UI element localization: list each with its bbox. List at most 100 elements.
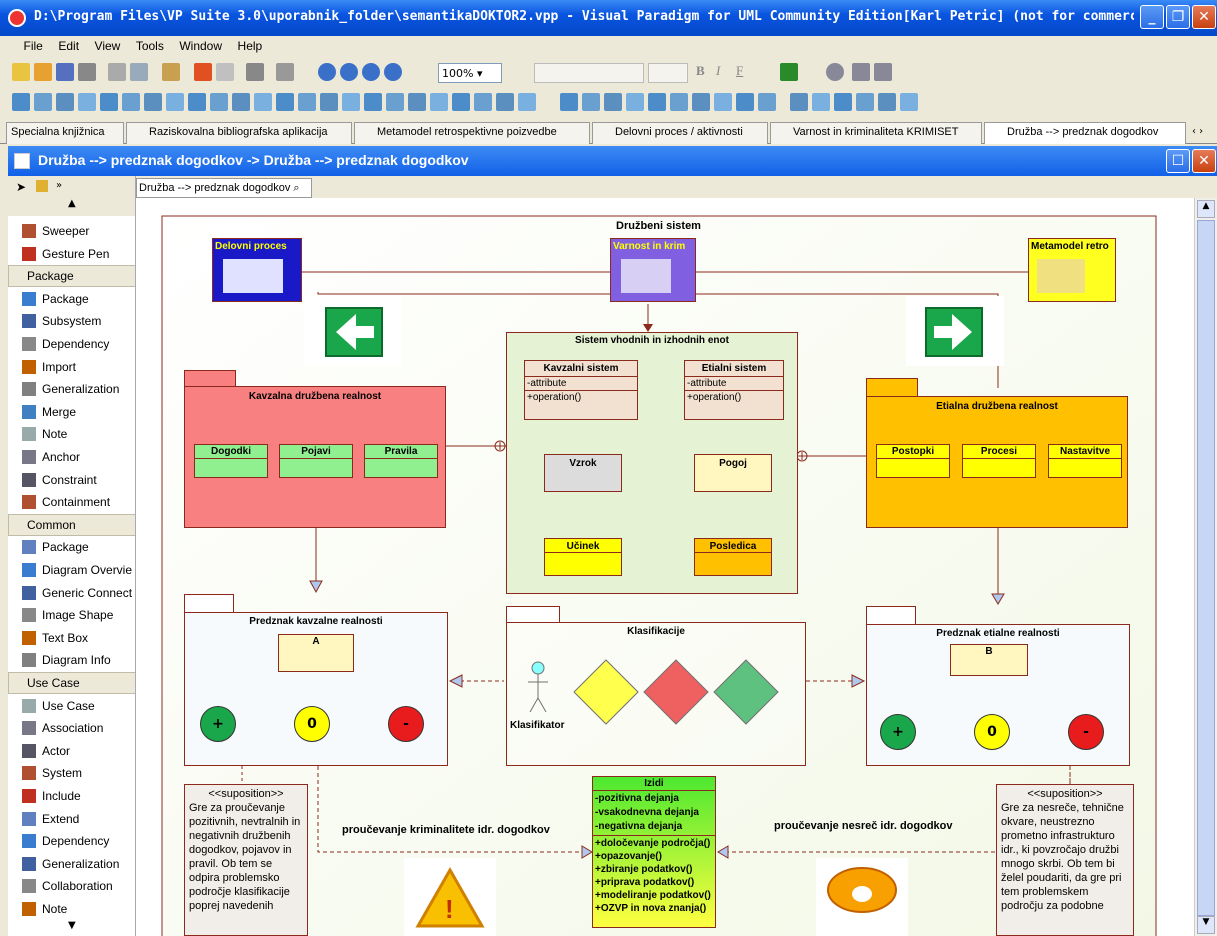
tab-specialna[interactable]: Specialna knjižnica — [6, 122, 124, 144]
palette-item-generalization[interactable]: Generalization — [8, 853, 135, 875]
sign-plus-et[interactable]: + — [880, 714, 916, 750]
diagram-type-icon[interactable] — [758, 93, 776, 111]
redo-icon[interactable] — [216, 63, 234, 81]
diagram-canvas[interactable]: ! Družbeni sistem Delovni proces Varnost… — [136, 198, 1194, 936]
palette-group-use-case[interactable]: Use Case — [8, 672, 135, 694]
sign-minus-kavz[interactable]: - — [388, 706, 424, 742]
class-posledica[interactable]: Posledica — [694, 538, 772, 576]
diagram-type-icon[interactable] — [582, 93, 600, 111]
palette-item-subsystem[interactable]: Subsystem — [8, 310, 135, 332]
diagram-type-icon[interactable] — [12, 93, 30, 111]
open-icon[interactable] — [34, 63, 52, 81]
italic-button[interactable]: I — [716, 63, 720, 79]
diagram-type-icon[interactable] — [474, 93, 492, 111]
palette-item-extend[interactable]: Extend — [8, 808, 135, 830]
palette-item-generalization[interactable]: Generalization — [8, 378, 135, 400]
restore-button[interactable]: ❐ — [1166, 5, 1190, 29]
node-varnost[interactable]: Varnost in krim — [610, 238, 696, 302]
diagram-type-icon[interactable] — [56, 93, 74, 111]
diagram-type-icon[interactable] — [834, 93, 852, 111]
class-pogoj[interactable]: Pogoj — [694, 454, 772, 492]
diagram-type-icon[interactable] — [790, 93, 808, 111]
palette-item-system[interactable]: System — [8, 762, 135, 784]
diagram-type-icon[interactable] — [298, 93, 316, 111]
minimize-button[interactable]: _ — [1140, 5, 1164, 29]
diagram-type-icon[interactable] — [452, 93, 470, 111]
tab-metamodel[interactable]: Metamodel retrospektivne poizvedbe — [354, 122, 590, 144]
node-delovni-proces[interactable]: Delovni proces — [212, 238, 302, 302]
menu-help[interactable]: Help — [232, 36, 269, 56]
font-size-select[interactable] — [648, 63, 688, 83]
diagram-type-icon[interactable] — [210, 93, 228, 111]
diagram-type-icon[interactable] — [122, 93, 140, 111]
scroll-down-icon[interactable]: ▼ — [1197, 916, 1215, 934]
paste-icon[interactable] — [162, 63, 180, 81]
diagram-type-icon[interactable] — [518, 93, 536, 111]
palette-item-gesture-pen[interactable]: Gesture Pen — [8, 243, 135, 265]
palette-item-anchor[interactable]: Anchor — [8, 446, 135, 468]
palette-menu-icon[interactable]: » — [56, 180, 62, 191]
scroll-up-icon[interactable]: ▲ — [1197, 200, 1215, 218]
save-icon[interactable] — [56, 63, 74, 81]
palette-scroll-up-icon[interactable]: ▲ — [68, 198, 76, 209]
palette-group-common[interactable]: Common — [8, 513, 135, 536]
palette-item-collaboration[interactable]: Collaboration — [8, 875, 135, 897]
select-arrow-icon[interactable]: ➤ — [16, 180, 26, 194]
class-postopki[interactable]: Postopki — [876, 444, 950, 478]
palette-item-import[interactable]: Import — [8, 356, 135, 378]
diagram-type-icon[interactable] — [626, 93, 644, 111]
diagram-type-icon[interactable] — [144, 93, 162, 111]
diagram-type-icon[interactable] — [812, 93, 830, 111]
diagram-type-icon[interactable] — [342, 93, 360, 111]
tab-raziskovalna[interactable]: Raziskovalna bibliografska aplikacija — [126, 122, 352, 144]
menu-window[interactable]: Window — [173, 36, 228, 56]
scroll-thumb[interactable] — [1197, 220, 1215, 916]
class-ucinek[interactable]: Učinek — [544, 538, 622, 576]
diagram-type-icon[interactable] — [856, 93, 874, 111]
palette-item-dependency[interactable]: Dependency — [8, 333, 135, 355]
diagram-type-icon[interactable] — [276, 93, 294, 111]
step-icon[interactable] — [852, 63, 870, 81]
cut-icon[interactable] — [108, 63, 126, 81]
diagram-type-icon[interactable] — [430, 93, 448, 111]
palette-item-diagram-info[interactable]: Diagram Info — [8, 649, 135, 671]
stop-icon[interactable] — [874, 63, 892, 81]
menu-edit[interactable]: Edit — [52, 36, 85, 56]
palette-item-use-case[interactable]: Use Case — [8, 695, 135, 717]
record-icon[interactable] — [826, 63, 844, 81]
diagram-type-icon[interactable] — [736, 93, 754, 111]
copy-icon[interactable] — [130, 63, 148, 81]
palette-item-note[interactable]: Note — [8, 898, 135, 920]
sign-zero-et[interactable]: 0 — [974, 714, 1010, 750]
new-icon[interactable] — [12, 63, 30, 81]
diagram-type-icon[interactable] — [670, 93, 688, 111]
diagram-type-icon[interactable] — [166, 93, 184, 111]
diagram-type-icon[interactable] — [364, 93, 382, 111]
class-procesi[interactable]: Procesi — [962, 444, 1036, 478]
class-dogodki[interactable]: Dogodki — [194, 444, 268, 478]
close-button[interactable]: ✕ — [1192, 5, 1216, 29]
palette-item-containment[interactable]: Containment — [8, 491, 135, 513]
palette-item-note[interactable]: Note — [8, 423, 135, 445]
diagram-type-icon[interactable] — [34, 93, 52, 111]
tab-delovni[interactable]: Delovni proces / aktivnosti — [592, 122, 768, 144]
palette-item-actor[interactable]: Actor — [8, 740, 135, 762]
palette-item-constraint[interactable]: Constraint — [8, 469, 135, 491]
diagram-type-icon[interactable] — [408, 93, 426, 111]
diagram-type-icon[interactable] — [692, 93, 710, 111]
diagram-type-icon[interactable] — [188, 93, 206, 111]
menu-file[interactable]: File — [18, 36, 49, 56]
class-b[interactable]: B — [950, 644, 1028, 676]
lock-icon[interactable] — [36, 180, 48, 192]
tab-druzba[interactable]: Družba --> predznak dogodkov — [984, 122, 1186, 144]
zoom-actual-icon[interactable] — [384, 63, 402, 81]
undo-icon[interactable] — [194, 63, 212, 81]
zoom-out-icon[interactable] — [340, 63, 358, 81]
frame-maximize-button[interactable]: ☐ — [1166, 149, 1190, 173]
class-a[interactable]: A — [278, 634, 354, 672]
package-klasifikacije[interactable]: Klasifikacije — [506, 622, 806, 766]
diagram-type-icon[interactable] — [254, 93, 272, 111]
diagram-tab[interactable]: Družba --> predznak dogodkov ⌕ — [136, 178, 312, 198]
palette-item-text-box[interactable]: Text Box — [8, 627, 135, 649]
class-pravila[interactable]: Pravila — [364, 444, 438, 478]
